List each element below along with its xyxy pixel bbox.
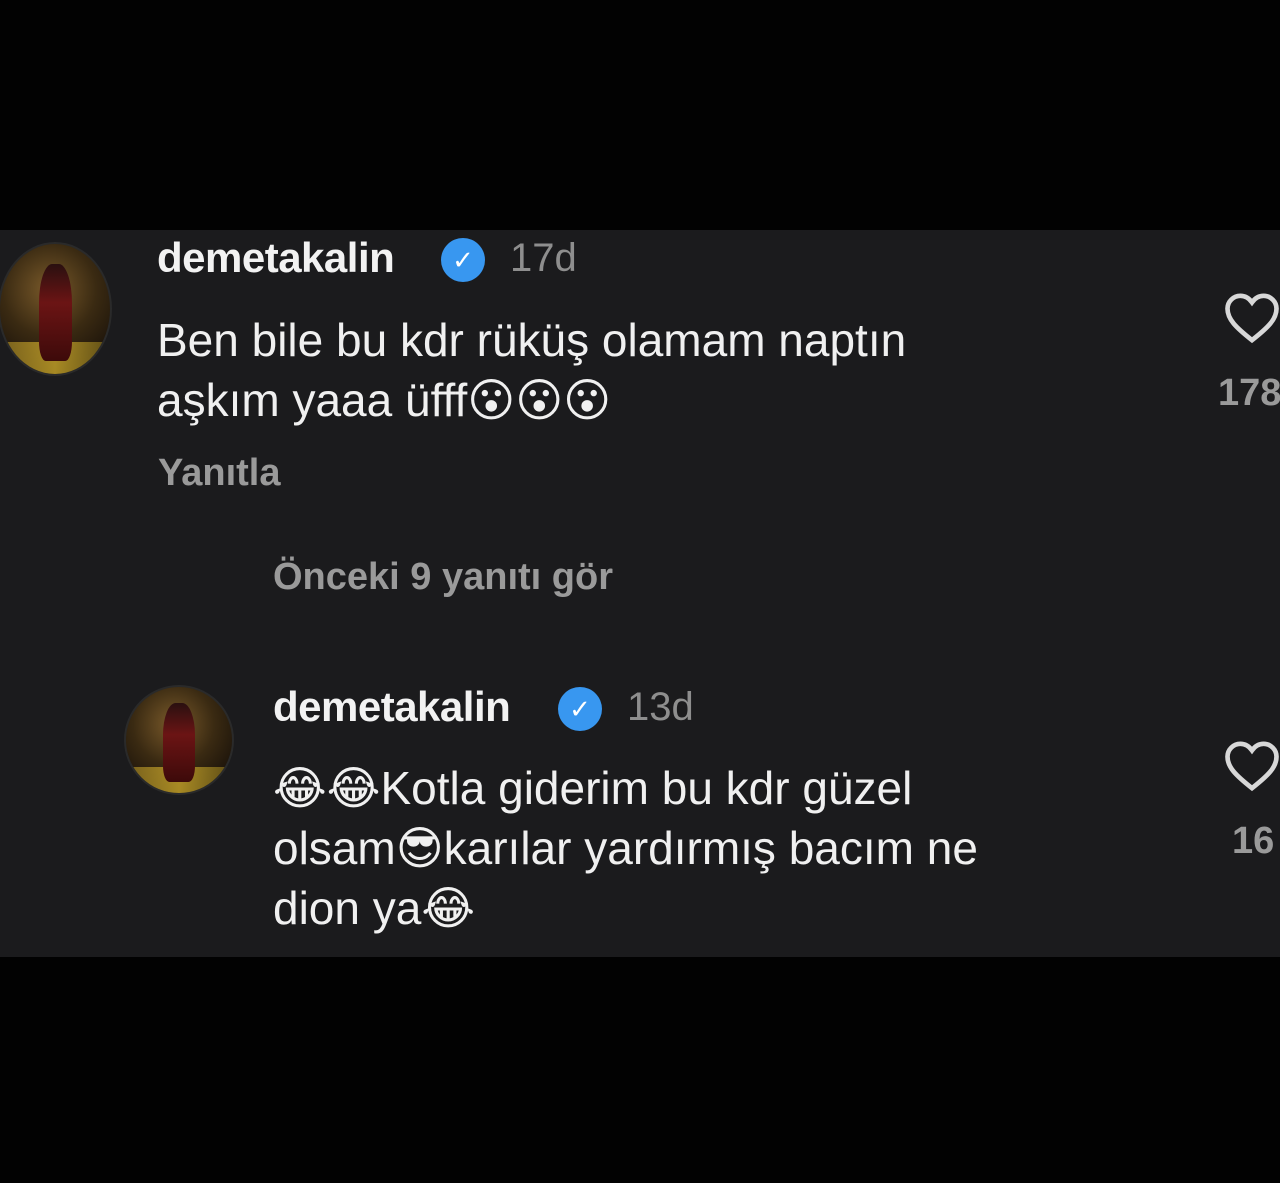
reply-text: 😂😂Kotla giderim bu kdr güzel olsam😎karıl… [273, 762, 978, 934]
verified-badge-icon: ✓ [441, 238, 485, 282]
reply-time: 13d [627, 685, 694, 729]
heart-icon[interactable] [1224, 740, 1280, 792]
avatar[interactable] [124, 685, 234, 795]
reply-button[interactable]: Yanıtla [158, 452, 281, 495]
verified-badge-icon: ✓ [558, 687, 602, 731]
view-previous-replies[interactable]: Önceki 9 yanıtı gör [273, 556, 613, 599]
comments-panel: demetakalin ✓ 17d Ben bile bu kdr rüküş … [0, 230, 1280, 957]
comment-time: 17d [510, 236, 577, 280]
like-count: 178 [1218, 372, 1280, 414]
comment-username[interactable]: demetakalin [157, 234, 395, 282]
comment-text: Ben bile bu kdr rüküş olamam naptın aşkı… [157, 314, 907, 426]
reply-username[interactable]: demetakalin [273, 683, 511, 731]
heart-icon[interactable] [1224, 292, 1280, 344]
like-count: 16 [1232, 820, 1275, 862]
avatar[interactable] [0, 242, 112, 376]
